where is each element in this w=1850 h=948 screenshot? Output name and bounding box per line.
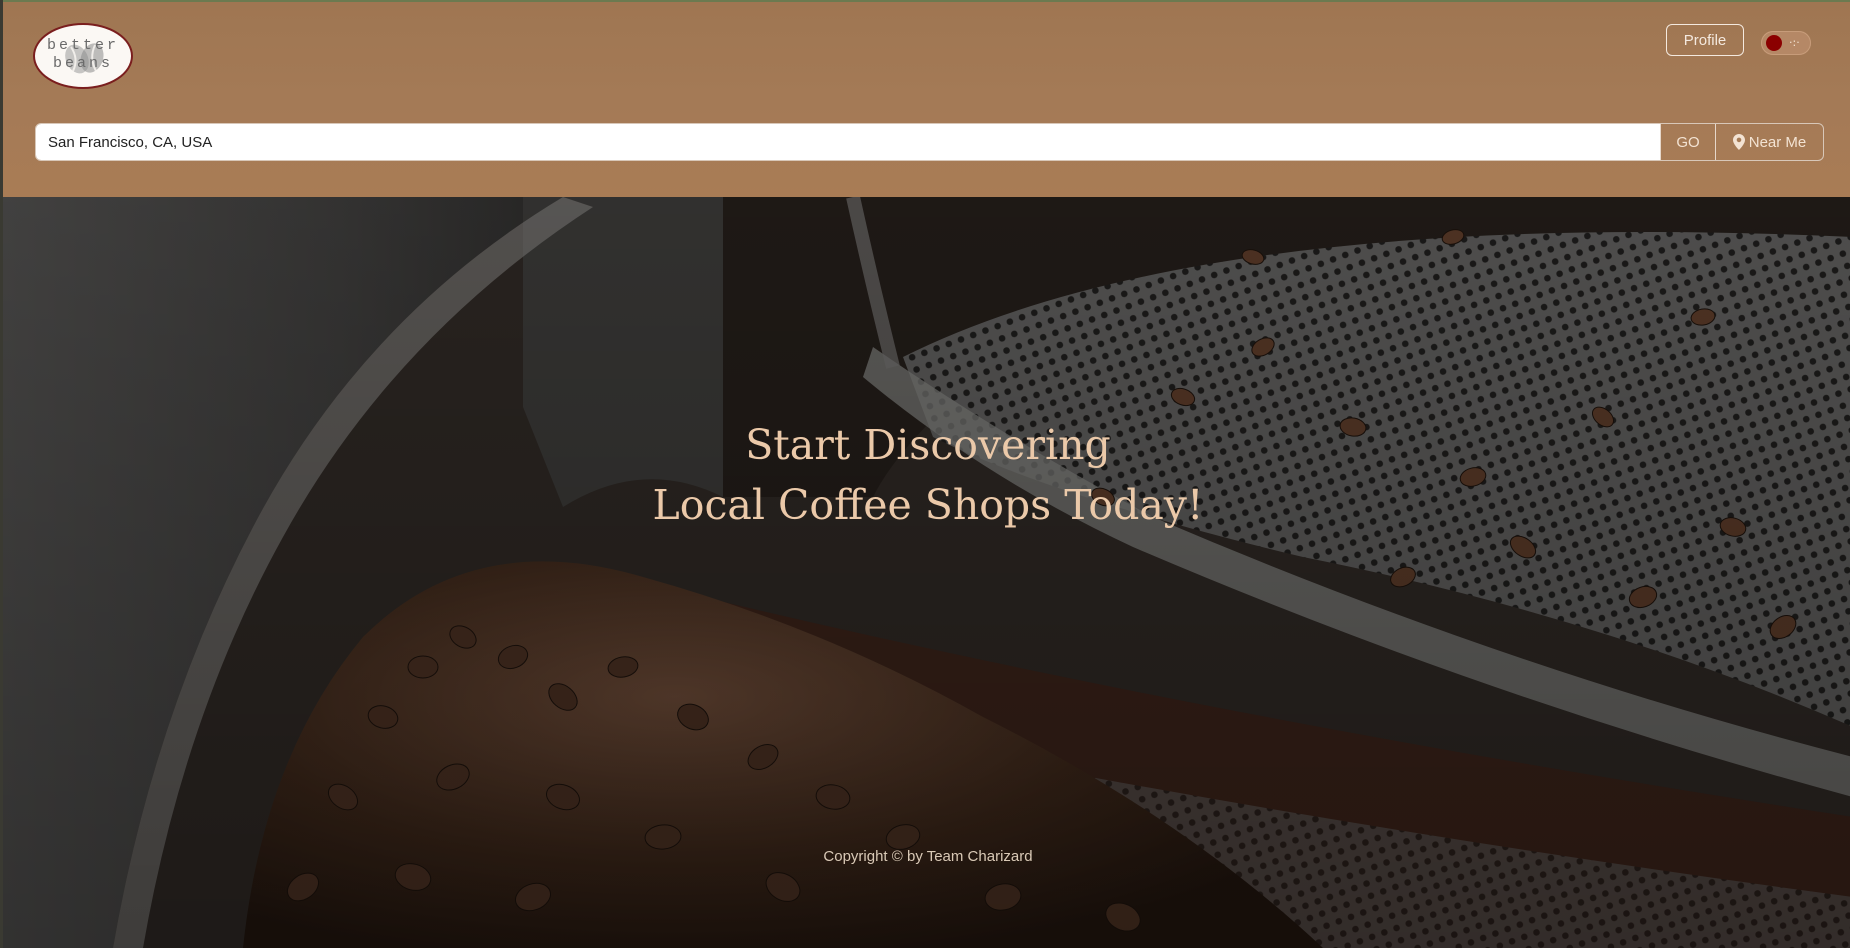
hero-title: Start Discovering Local Coffee Shops Tod…	[3, 415, 1850, 535]
toggle-knob	[1766, 35, 1782, 51]
go-button[interactable]: GO	[1660, 124, 1715, 160]
location-search-bar: GO Near Me	[35, 123, 1824, 161]
sun-icon: ·:·	[1789, 36, 1800, 49]
logo-text-better: better	[46, 37, 119, 54]
logo[interactable]: better beans	[33, 23, 133, 89]
hero: Start Discovering Local Coffee Shops Tod…	[3, 197, 1850, 948]
hero-title-line2: Local Coffee Shops Today!	[652, 481, 1204, 529]
location-search-input[interactable]	[36, 124, 1660, 160]
map-pin-icon	[1732, 134, 1745, 150]
coffee-beans-background-image	[3, 197, 1850, 948]
copyright-text: Copyright © by Team Charizard	[823, 848, 1033, 865]
logo-text-beans: beans	[52, 55, 113, 72]
profile-button[interactable]: Profile	[1666, 24, 1744, 56]
near-me-label: Near Me	[1748, 133, 1807, 151]
hero-title-line1: Start Discovering	[745, 421, 1111, 469]
theme-toggle[interactable]: ·:·	[1761, 31, 1811, 55]
near-me-button[interactable]: Near Me	[1715, 124, 1823, 160]
page: better beans Profile ·:· GO Near Me	[0, 0, 1850, 948]
header: better beans Profile ·:· GO Near Me	[3, 2, 1850, 197]
